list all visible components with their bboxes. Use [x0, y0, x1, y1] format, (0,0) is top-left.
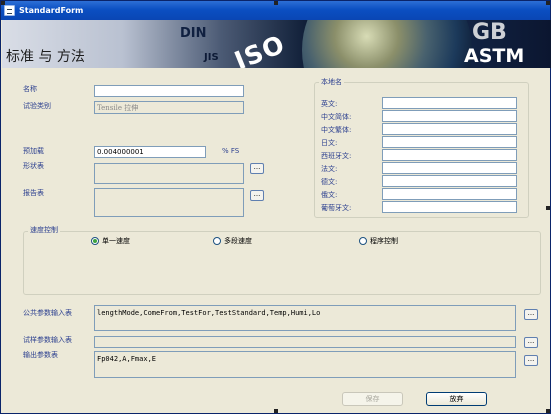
window-icon: [4, 5, 15, 16]
standard-form-window: StandardForm 标准 与 方法 DIN JIS ISO GB ASTM…: [0, 0, 551, 414]
local-name-label-zh-hans: 中文简体:: [321, 113, 352, 121]
radio-single-speed[interactable]: [91, 237, 99, 245]
name-label: 名称: [23, 85, 37, 93]
banner-title: 标准 与 方法: [6, 49, 85, 65]
local-name-input-es[interactable]: [382, 149, 517, 161]
shape-label: 形状表: [23, 162, 44, 170]
local-name-label-fr: 法文:: [321, 165, 338, 173]
sample-params-field: [94, 336, 516, 348]
logo-iso: ISO: [230, 29, 290, 68]
resize-handle-top-left[interactable]: [1, 1, 5, 5]
resize-handle-middle-right[interactable]: [546, 206, 550, 210]
report-label: 报告表: [23, 189, 44, 197]
logo-astm: ASTM: [464, 45, 525, 67]
report-table-field: [94, 188, 244, 217]
resize-handle-top-center[interactable]: [274, 1, 278, 5]
local-name-label-es: 西班牙文:: [321, 152, 352, 160]
local-name-input-de[interactable]: [382, 175, 517, 187]
radio-multi-speed-label[interactable]: 多段速度: [224, 236, 252, 246]
preload-unit: % FS: [222, 147, 240, 155]
output-params-browse-button[interactable]: ...: [524, 355, 538, 366]
report-browse-button[interactable]: ...: [250, 190, 264, 201]
local-name-input-zh-hant[interactable]: [382, 123, 517, 135]
globe-graphic: [302, 20, 472, 68]
local-name-input-en[interactable]: [382, 97, 517, 109]
local-names-group-label: 本地名: [319, 77, 344, 87]
sample-params-browse-button[interactable]: ...: [524, 337, 538, 348]
local-name-label-ru: 俄文:: [321, 191, 338, 199]
local-name-label-zh-hant: 中文繁体:: [321, 126, 352, 134]
logo-jis: JIS: [204, 52, 219, 63]
local-name-label-en: 英文:: [321, 100, 338, 108]
local-name-input-ja[interactable]: [382, 136, 517, 148]
local-name-input-ru[interactable]: [382, 188, 517, 200]
local-name-input-fr[interactable]: [382, 162, 517, 174]
public-params-browse-button[interactable]: ...: [524, 309, 538, 320]
radio-multi-speed[interactable]: [213, 237, 221, 245]
radio-single-speed-label[interactable]: 单一速度: [102, 236, 130, 246]
test-type-label: 试验类别: [23, 102, 51, 110]
resize-handle-top-right[interactable]: [546, 1, 550, 5]
banner-image: 标准 与 方法 DIN JIS ISO GB ASTM: [2, 20, 551, 68]
preload-label: 预加载: [23, 147, 44, 155]
local-name-label-pt: 葡萄牙文:: [321, 204, 352, 212]
window-title: StandardForm: [19, 6, 84, 15]
logo-din: DIN: [180, 26, 207, 41]
preload-input[interactable]: 0.004000001: [94, 146, 206, 158]
speed-control-group-label: 速度控制: [28, 225, 60, 235]
local-name-label-de: 德文:: [321, 178, 338, 186]
resize-handle-bottom-right[interactable]: [546, 409, 550, 413]
local-name-input-zh-hans[interactable]: [382, 110, 517, 122]
public-params-label: 公共参数输入表: [23, 309, 72, 317]
local-name-input-pt[interactable]: [382, 201, 517, 213]
sample-params-label: 试样参数输入表: [23, 336, 72, 344]
logo-gb: GB: [472, 20, 507, 45]
discard-button[interactable]: 放弃: [426, 392, 487, 406]
radio-program-control[interactable]: [359, 237, 367, 245]
public-params-field: lengthMode,ComeFrom,TestFor,TestStandard…: [94, 305, 516, 331]
output-params-label: 输出参数表: [23, 351, 58, 359]
shape-browse-button[interactable]: ...: [250, 163, 264, 174]
radio-program-control-label[interactable]: 程序控制: [370, 236, 398, 246]
test-type-field: Tensile 拉伸: [94, 101, 244, 114]
resize-handle-bottom-center[interactable]: [274, 409, 278, 413]
shape-table-field: [94, 163, 244, 184]
local-name-label-ja: 日文:: [321, 139, 338, 147]
save-button[interactable]: 保存: [342, 392, 403, 406]
speed-control-group: [23, 231, 541, 295]
name-input[interactable]: [94, 85, 244, 97]
output-params-field: Fp042,A,Fmax,E: [94, 351, 516, 378]
